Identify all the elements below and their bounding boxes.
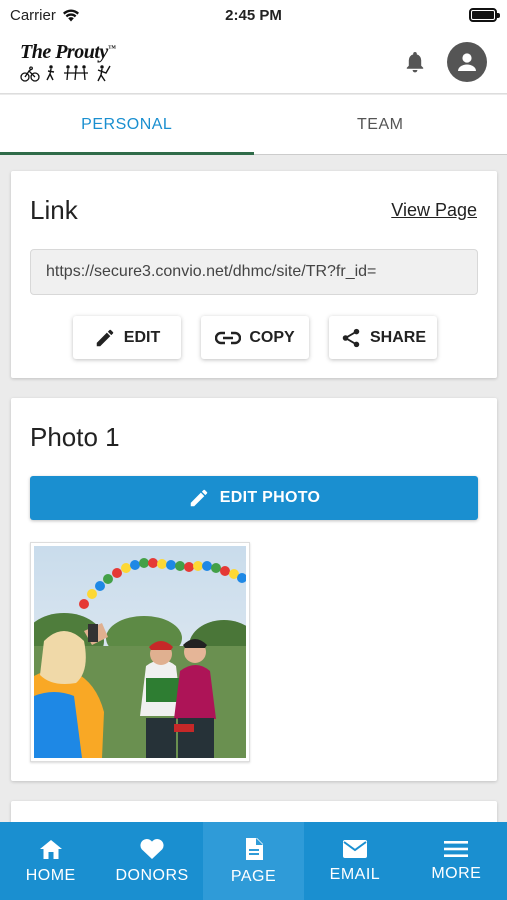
logo-trademark: ™: [107, 43, 116, 53]
activity-figures-icon: [20, 65, 111, 82]
personal-photo[interactable]: [30, 542, 250, 762]
carrier-label: Carrier: [10, 6, 56, 24]
nav-page[interactable]: PAGE: [202, 822, 305, 900]
status-bar: Carrier 2:45 PM: [0, 0, 507, 30]
page-url-field[interactable]: https://secure3.convio.net/dhmc/site/TR?…: [30, 249, 478, 295]
edit-button-label: EDIT: [123, 328, 161, 346]
edit-link-button[interactable]: EDIT: [73, 316, 181, 359]
nav-home-label: HOME: [25, 866, 76, 884]
cyclists-photo: [34, 546, 246, 758]
nav-home[interactable]: HOME: [0, 822, 101, 900]
prouty-logo[interactable]: The Prouty™: [20, 41, 116, 82]
link-actions: EDIT COPY SHARE: [73, 316, 437, 359]
pencil-icon: [96, 329, 114, 346]
share-button-label: SHARE: [369, 328, 426, 346]
nav-email-label: EMAIL: [329, 865, 381, 883]
view-page-link[interactable]: View Page: [391, 200, 477, 221]
photo-card-title: Photo 1: [30, 422, 120, 452]
edit-photo-label: EDIT PHOTO: [219, 489, 321, 506]
nav-email[interactable]: EMAIL: [304, 822, 405, 900]
logo-text: The Prouty: [20, 41, 108, 63]
mail-icon: [342, 839, 367, 858]
home-icon: [39, 839, 62, 859]
tab-team[interactable]: TEAM: [254, 95, 507, 154]
nav-donors-label: DONORS: [115, 866, 189, 884]
share-link-button[interactable]: SHARE: [329, 316, 437, 359]
bell-icon[interactable]: [405, 50, 425, 74]
bottom-nav: HOME DONORS PAGE EMAIL MORE: [0, 822, 507, 900]
avatar[interactable]: [447, 41, 487, 82]
link-card: Link View Page https://secure3.convio.ne…: [11, 171, 497, 378]
copy-link-button[interactable]: COPY: [201, 316, 309, 359]
nav-more[interactable]: MORE: [406, 822, 507, 900]
photo-card: Photo 1 EDIT PHOTO: [11, 398, 497, 781]
account-icon: [458, 52, 476, 71]
nav-donors[interactable]: DONORS: [101, 822, 202, 900]
menu-icon: [444, 840, 469, 857]
page-icon: [245, 837, 263, 860]
pencil-icon: [190, 489, 207, 507]
edit-photo-button[interactable]: EDIT PHOTO: [30, 476, 478, 520]
link-card-title: Link: [30, 195, 78, 225]
app-header: The Prouty™: [0, 30, 507, 94]
tab-personal[interactable]: PERSONAL: [0, 95, 254, 155]
nav-more-label: MORE: [431, 864, 482, 882]
heart-icon: [140, 838, 164, 859]
copy-button-label: COPY: [249, 328, 295, 346]
link-icon: [215, 331, 242, 344]
nav-page-label: PAGE: [230, 867, 277, 885]
tab-bar: PERSONAL TEAM: [0, 95, 507, 155]
wifi-icon: [62, 9, 79, 21]
battery-icon: [469, 8, 500, 22]
share-icon: [342, 328, 360, 347]
